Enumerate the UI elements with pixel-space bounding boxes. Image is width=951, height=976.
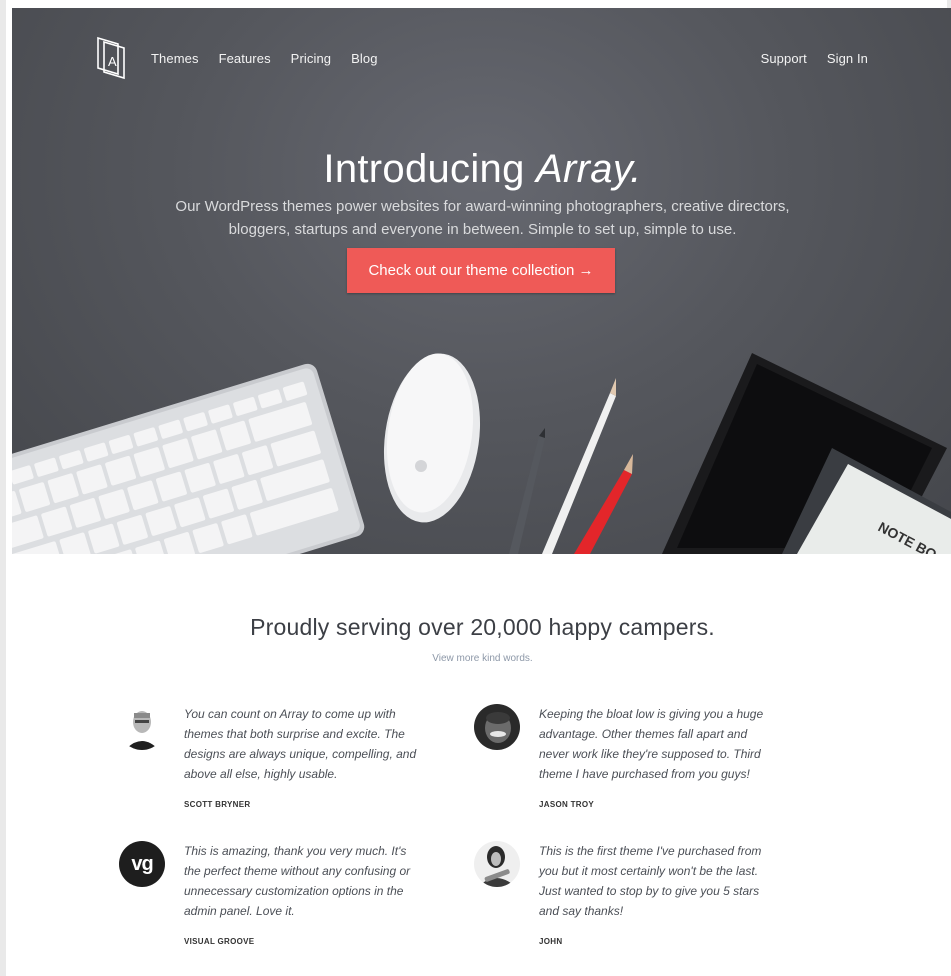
pens-image [509,378,633,554]
avatar-jason-troy [474,704,520,750]
testimonial-author: SCOTT BRYNER [184,800,251,809]
testimonial-author: JOHN [539,937,563,946]
avatar-scott-bryner [119,704,165,750]
hero-title-brand: Array. [536,146,642,191]
mouse-image [383,353,481,523]
top-navigation: A Themes Features Pricing Blog Support S… [12,8,951,108]
nav-link-features[interactable]: Features [219,51,271,66]
testimonial-quote: This is amazing, thank you very much. It… [184,844,411,918]
avatar-visual-groove: vg [119,841,165,887]
page-frame: NOTE BO A Themes Features Pricing Blog S… [0,0,951,976]
testimonial-card: Keeping the bloat low is giving you a hu… [474,704,774,814]
avatar-visual-groove-monogram: vg [131,852,153,875]
logo-letter: A [108,54,117,69]
testimonial-quote: Keeping the bloat low is giving you a hu… [539,707,764,781]
testimonial-card: This is the first theme I've purchased f… [474,841,774,951]
nav-link-support[interactable]: Support [761,51,807,66]
array-logo-icon[interactable]: A [96,34,130,80]
testimonial-card: vg This is amazing, thank you very much.… [119,841,419,951]
hero-title-plain: Introducing [323,146,537,191]
primary-nav-links: Themes Features Pricing Blog [151,51,378,66]
testimonial-author: VISUAL GROOVE [184,937,255,946]
view-more-kind-words-link[interactable]: View more kind words. [12,653,951,664]
testimonials-headline: Proudly serving over 20,000 happy camper… [250,614,715,640]
testimonial-quote: This is the first theme I've purchased f… [539,844,762,918]
nav-link-sign-in[interactable]: Sign In [827,51,868,66]
testimonials-section: Proudly serving over 20,000 happy camper… [12,554,951,976]
hero-title: Introducing Array. [12,147,951,192]
nav-link-pricing[interactable]: Pricing [291,51,331,66]
testimonial-quote: You can count on Array to come up with t… [184,707,417,781]
nav-link-themes[interactable]: Themes [151,51,199,66]
hero-subtitle: Our WordPress themes power websites for … [175,198,790,238]
nav-link-blog[interactable]: Blog [351,51,377,66]
testimonial-author: JASON TROY [539,800,595,809]
theme-collection-button[interactable]: Check out our theme collection → [347,248,615,293]
avatar-john [474,841,520,887]
keyboard-image [12,363,365,554]
secondary-nav-links: Support Sign In [761,51,868,66]
testimonial-card: You can count on Array to come up with t… [119,704,419,814]
hero-section: NOTE BO A Themes Features Pricing Blog S… [12,8,951,554]
